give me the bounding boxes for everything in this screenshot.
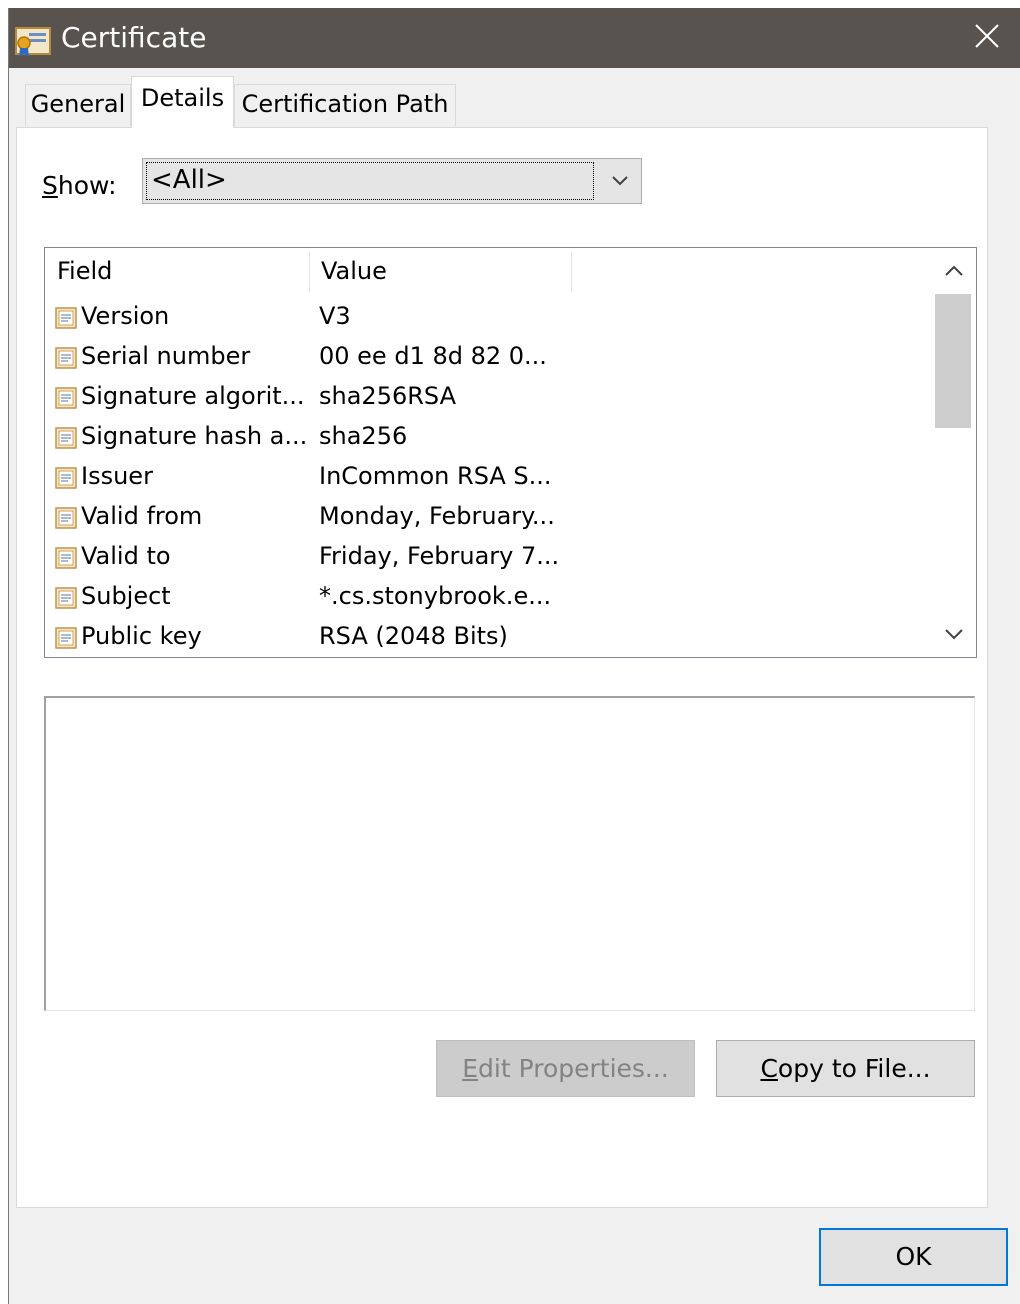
tab-details-label: Details	[140, 84, 225, 112]
scroll-thumb[interactable]	[935, 294, 971, 428]
certificate-field-icon	[55, 507, 77, 529]
column-header-field[interactable]: Field	[45, 250, 309, 292]
list-item[interactable]: Signature algorit... sha256RSA	[45, 376, 925, 416]
field-value: 00 ee d1 8d 82 0...	[319, 342, 547, 370]
copy-to-file-button[interactable]: Copy to File...	[716, 1040, 975, 1097]
field-name: Issuer	[81, 462, 153, 490]
show-dropdown-value: <All>	[146, 162, 594, 200]
vertical-scrollbar[interactable]	[932, 248, 976, 657]
certificate-field-icon	[55, 467, 77, 489]
certificate-fields-list[interactable]: Field Value Version V3 Serial number 00 ee …	[44, 247, 977, 658]
scroll-up-button[interactable]	[932, 256, 976, 290]
certificate-field-icon	[55, 587, 77, 609]
show-label: Show:	[42, 171, 117, 200]
field-name: Signature hash a...	[81, 422, 308, 450]
close-icon	[974, 23, 1000, 53]
list-item[interactable]: Serial number 00 ee d1 8d 82 0...	[45, 336, 925, 376]
field-name: Valid from	[81, 502, 203, 530]
list-item[interactable]: Signature hash a... sha256	[45, 416, 925, 456]
chevron-up-icon	[943, 263, 965, 283]
ok-button[interactable]: OK	[819, 1228, 1008, 1286]
title-bar[interactable]: Certificate	[9, 8, 1020, 68]
edit-properties-button[interactable]: Edit Properties...	[436, 1040, 695, 1097]
column-divider[interactable]	[571, 252, 572, 292]
certificate-field-icon	[55, 307, 77, 329]
field-value: InCommon RSA S...	[319, 462, 552, 490]
chevron-down-icon	[605, 169, 635, 193]
list-item[interactable]: Valid to Friday, February 7...	[45, 536, 925, 576]
certificate-field-icon	[55, 547, 77, 569]
field-value: *.cs.stonybrook.e...	[319, 582, 552, 610]
field-name: Serial number	[81, 342, 251, 370]
certificate-icon	[15, 26, 51, 58]
list-item[interactable]: Issuer InCommon RSA S...	[45, 456, 925, 496]
certificate-field-icon	[55, 427, 77, 449]
certificate-field-icon	[55, 627, 77, 649]
list-item[interactable]: Version V3	[45, 296, 925, 336]
field-value: Friday, February 7...	[319, 542, 560, 570]
window-title: Certificate	[61, 21, 207, 54]
show-dropdown[interactable]: <All>	[142, 158, 642, 204]
list-item[interactable]: Valid from Monday, February...	[45, 496, 925, 536]
field-name: Valid to	[81, 542, 171, 570]
scroll-down-button[interactable]	[932, 619, 976, 653]
list-item[interactable]: Subject *.cs.stonybrook.e...	[45, 576, 925, 616]
list-item[interactable]: Public key RSA (2048 Bits)	[45, 616, 925, 656]
certificate-field-icon	[55, 347, 77, 369]
field-detail-textbox[interactable]	[44, 696, 975, 1011]
tab-certification-path-label: Certification Path	[241, 90, 449, 118]
tab-certification-path[interactable]: Certification Path	[234, 84, 456, 126]
field-value: Monday, February...	[319, 502, 555, 530]
field-name: Subject	[81, 582, 171, 610]
chevron-down-icon	[943, 626, 965, 646]
field-value: RSA (2048 Bits)	[319, 622, 508, 650]
field-name: Signature algorit...	[81, 382, 305, 410]
field-name: Version	[81, 302, 170, 330]
field-value: sha256RSA	[319, 382, 457, 410]
field-value: V3	[319, 302, 351, 330]
tab-general[interactable]: General	[25, 84, 131, 126]
field-name: Public key	[81, 622, 202, 650]
column-header-value[interactable]: Value	[309, 250, 571, 292]
field-value: sha256	[319, 422, 408, 450]
close-button[interactable]	[953, 8, 1020, 68]
tab-general-label: General	[30, 90, 126, 118]
certificate-field-icon	[55, 387, 77, 409]
tab-details[interactable]: Details	[131, 76, 234, 128]
